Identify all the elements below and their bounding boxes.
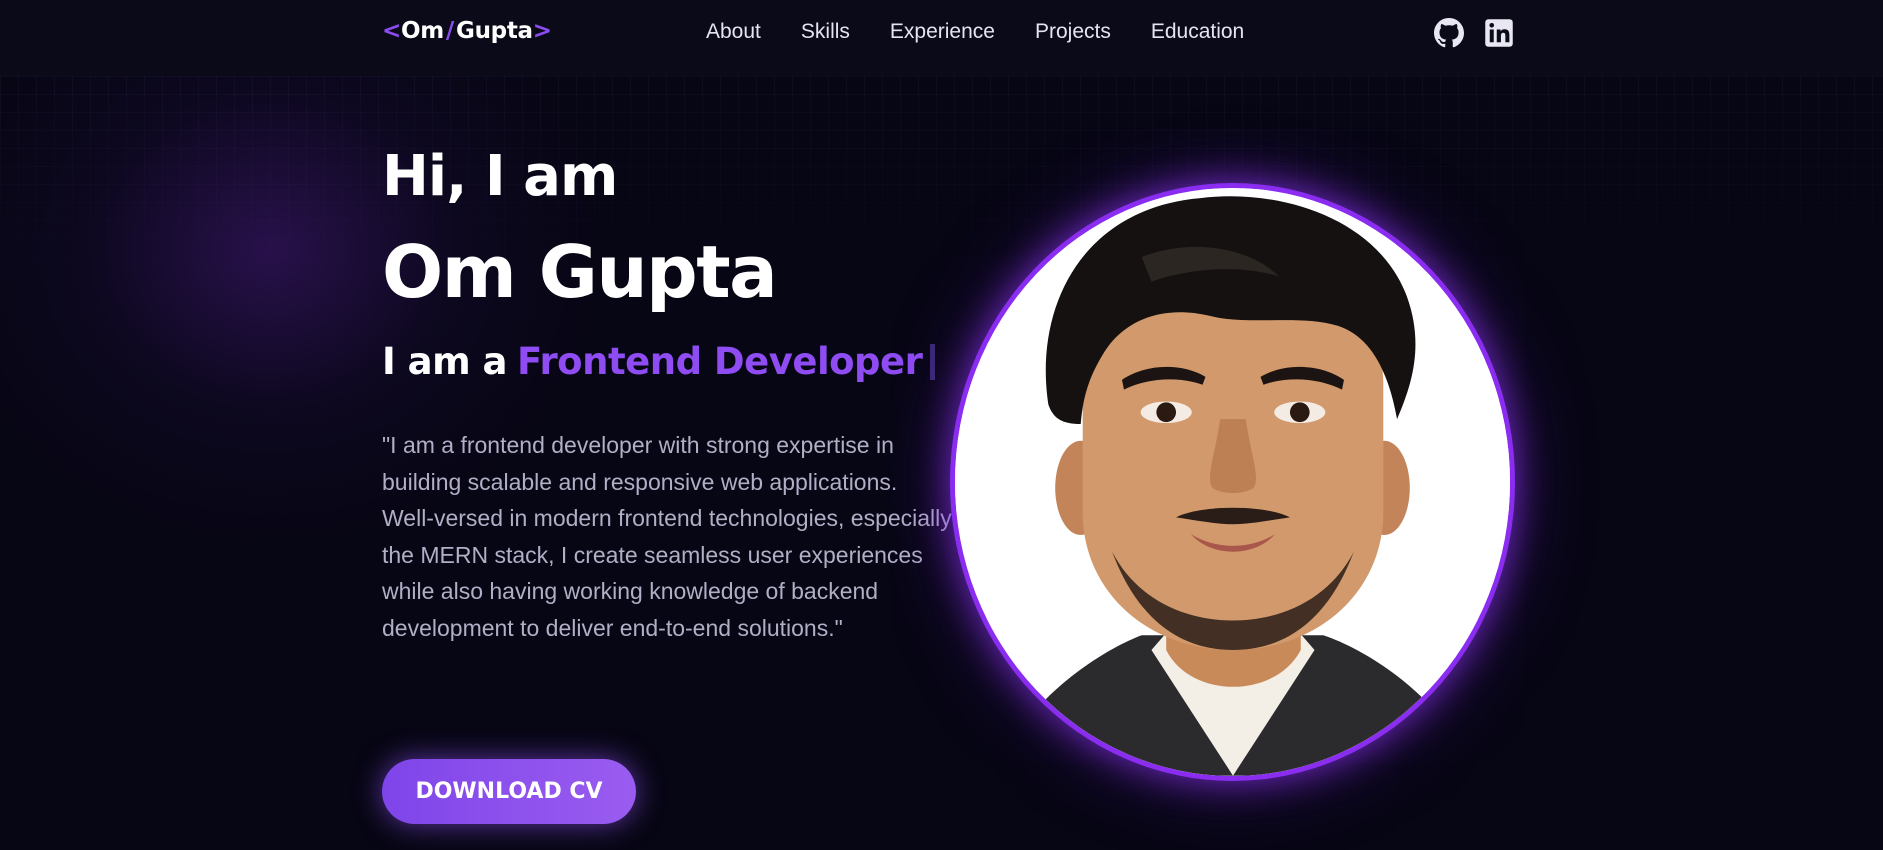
linkedin-icon[interactable] xyxy=(1484,18,1514,48)
logo-slash: / xyxy=(445,18,455,44)
nav-link-projects[interactable]: Projects xyxy=(1035,20,1111,44)
nav-link-experience[interactable]: Experience xyxy=(890,20,995,44)
github-icon[interactable] xyxy=(1434,18,1464,48)
logo-last-name: Gupta xyxy=(456,18,533,44)
profile-photo-illustration xyxy=(955,188,1510,776)
download-cv-button[interactable]: DOWNLOAD CV xyxy=(382,759,636,824)
hero-greeting: Hi, I am xyxy=(382,144,618,209)
nav-link-education[interactable]: Education xyxy=(1151,20,1244,44)
site-logo[interactable]: < Om / Gupta > xyxy=(382,18,552,44)
logo-first-name: Om xyxy=(400,18,444,44)
role-prefix: I am a xyxy=(382,340,508,383)
social-links xyxy=(1434,18,1514,48)
grid-pattern xyxy=(0,76,1883,306)
hero-role-line: I am a Frontend Developer xyxy=(382,340,936,383)
typing-cursor xyxy=(930,343,936,380)
profile-photo xyxy=(950,183,1515,781)
role-typed-text: Frontend Developer xyxy=(517,340,923,383)
logo-close-bracket: > xyxy=(532,18,552,44)
hero-name: Om Gupta xyxy=(382,230,778,314)
hero-bio: "I am a frontend developer with strong e… xyxy=(382,432,952,641)
logo-open-bracket: < xyxy=(382,18,401,44)
navbar: < Om / Gupta > About Skills Experience P… xyxy=(0,0,1883,76)
nav-link-about[interactable]: About xyxy=(706,20,761,44)
nav-link-skills[interactable]: Skills xyxy=(801,20,850,44)
nav-menu: About Skills Experience Projects Educati… xyxy=(706,20,1244,44)
